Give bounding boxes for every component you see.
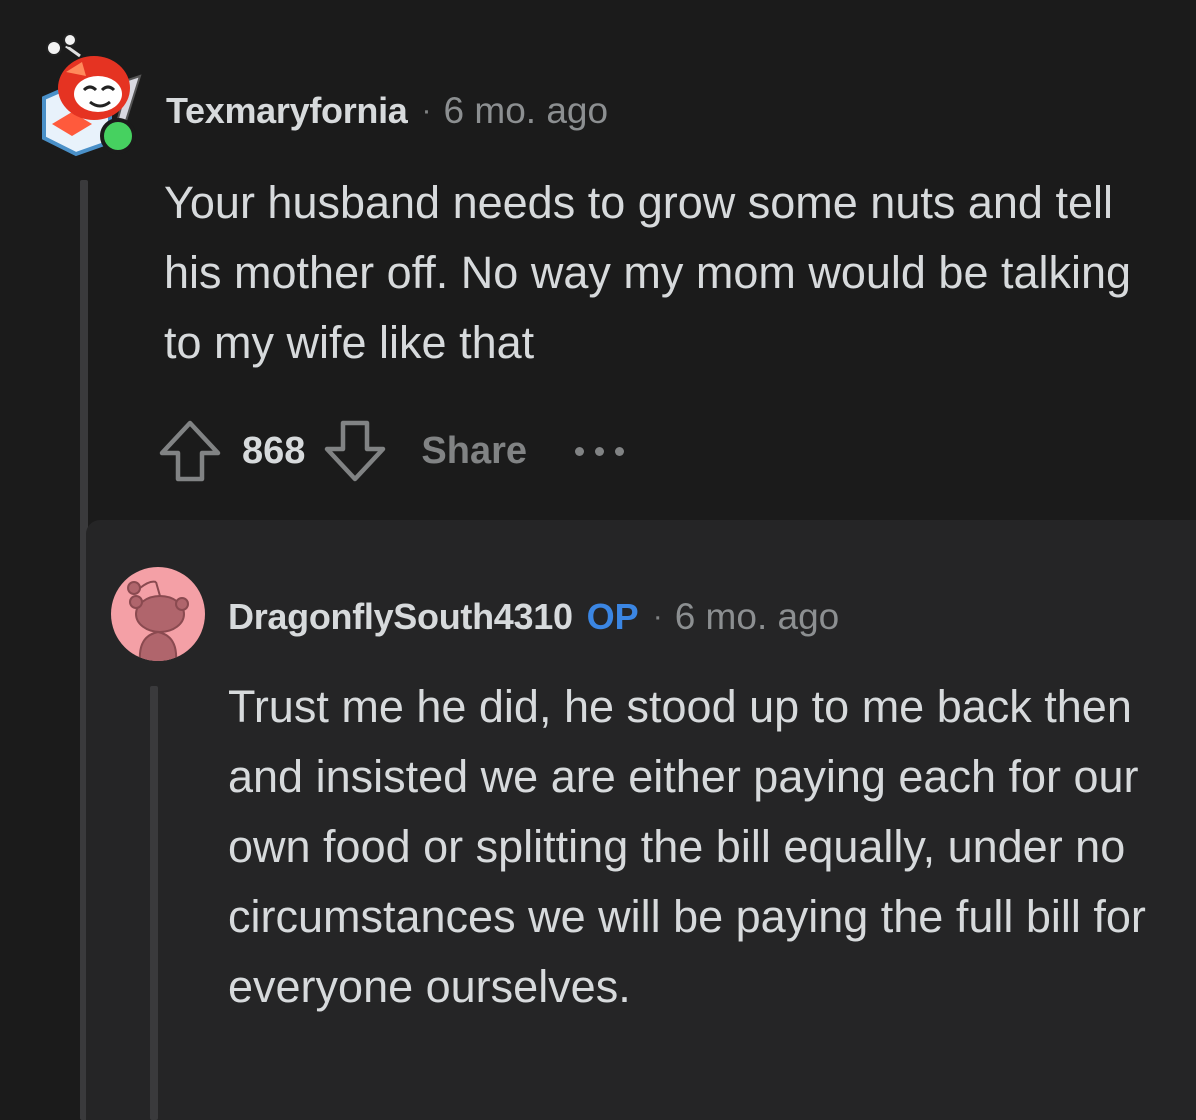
- snoo-avatar-red-helmet-icon: [42, 33, 142, 157]
- comment-author[interactable]: Texmaryfornia: [166, 90, 408, 132]
- share-button[interactable]: Share: [421, 430, 527, 473]
- op-badge: OP: [586, 596, 639, 637]
- reply-body: Trust me he did, he stood up to me back …: [228, 681, 1146, 1012]
- upvote-arrow-icon[interactable]: [158, 417, 222, 485]
- reply-timestamp[interactable]: 6 mo. ago: [675, 596, 840, 638]
- reply-header: DragonflySouth4310 OP · 6 mo. ago: [228, 594, 839, 640]
- online-status-dot: [100, 118, 136, 154]
- default-snoo-avatar-icon: [111, 567, 205, 661]
- user-avatar[interactable]: [36, 32, 150, 158]
- comment-thread: Texmaryfornia · 6 mo. ago Your husband n…: [0, 0, 1196, 1120]
- vote-count: 868: [242, 429, 306, 472]
- downvote-arrow-icon[interactable]: [323, 417, 387, 485]
- more-options-icon[interactable]: [575, 441, 625, 461]
- reply-avatar[interactable]: [110, 566, 206, 662]
- meta-separator: ·: [652, 600, 663, 633]
- comment-timestamp[interactable]: 6 mo. ago: [444, 90, 609, 132]
- reply-author[interactable]: DragonflySouth4310: [228, 596, 573, 638]
- reply-comment: DragonflySouth4310 OP · 6 mo. ago Trust …: [86, 520, 1196, 1120]
- comment-actions: 868 Share: [158, 416, 625, 486]
- comment-body: Your husband needs to grow some nuts and…: [164, 177, 1132, 368]
- meta-separator: ·: [421, 94, 432, 127]
- thread-collapse-line[interactable]: [150, 686, 158, 1120]
- comment-header: Texmaryfornia · 6 mo. ago: [166, 88, 608, 134]
